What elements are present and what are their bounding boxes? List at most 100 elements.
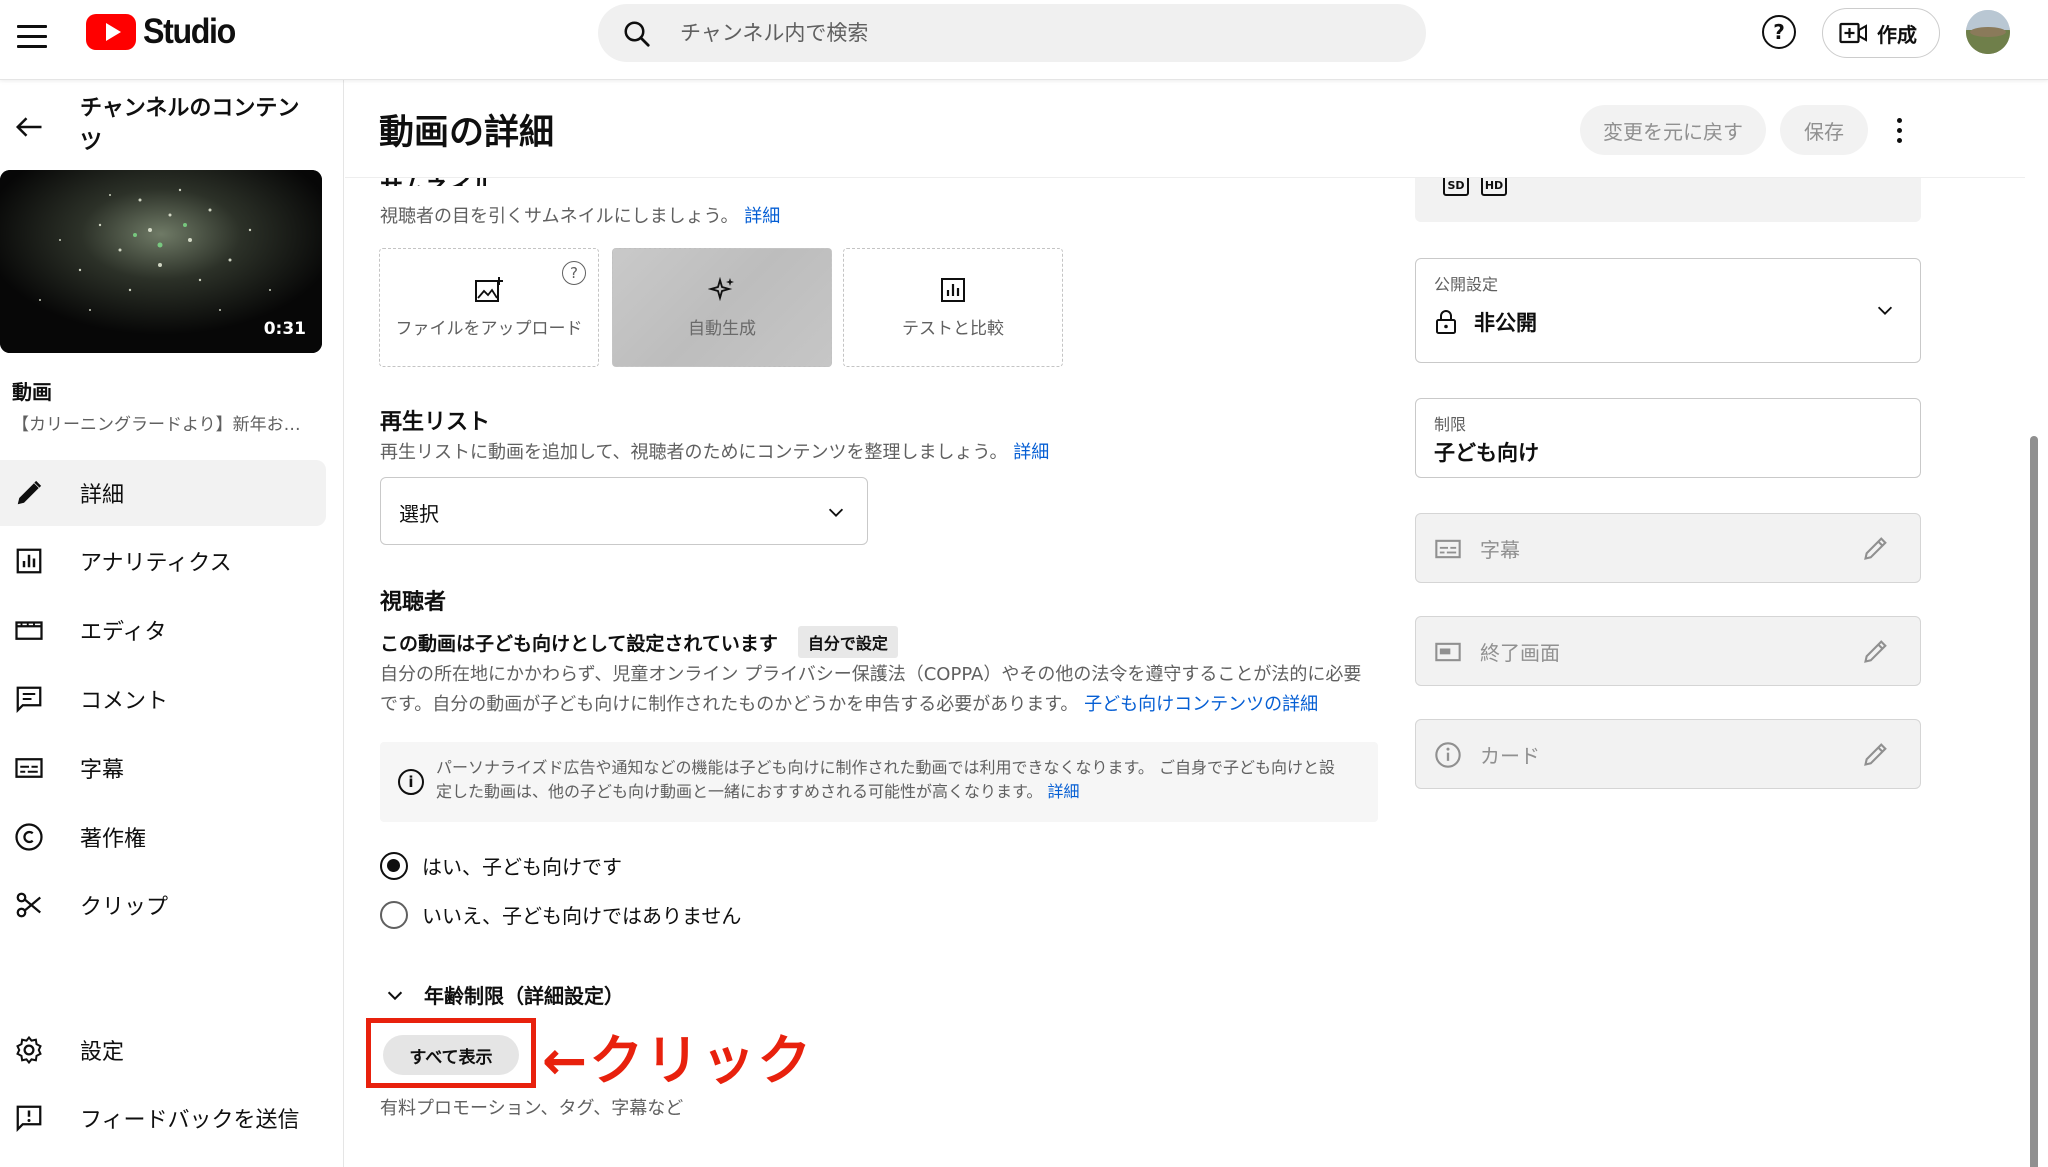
create-button[interactable]: 作成 — [1822, 8, 1940, 58]
gear-icon — [16, 1035, 42, 1065]
avatar[interactable] — [1966, 10, 2010, 54]
sidebar-item-copyright[interactable]: 著作権 — [0, 804, 326, 870]
highlight-box: すべて表示 — [366, 1018, 536, 1088]
undo-changes-button[interactable]: 変更を元に戻す — [1580, 105, 1766, 155]
info-notice: i パーソナライズド広告や通知などの機能は子ども向けに制作された動画では利用でき… — [380, 742, 1378, 822]
youtube-play-icon — [86, 14, 136, 50]
pencil-icon[interactable] — [1862, 740, 1890, 768]
subtitles-icon — [15, 758, 43, 778]
playlist-description-text: 再生リストに動画を追加して、視聴者のためにコンテンツを整理しましょう。 — [380, 442, 1008, 463]
radio-label: いいえ、子ども向けではありません — [422, 904, 742, 928]
end-screen-card[interactable]: 終了画面 — [1415, 616, 1921, 686]
radio-button-checked[interactable] — [380, 851, 408, 880]
sidebar-item-editor[interactable]: エディタ — [0, 597, 326, 663]
menu-icon[interactable] — [14, 18, 50, 54]
radio-made-for-kids-yes[interactable]: はい、子ども向けです — [380, 851, 622, 880]
image-upload-icon — [475, 277, 503, 302]
editor-icon — [15, 621, 43, 640]
subtitles-card[interactable]: 字幕 — [1415, 513, 1921, 583]
search-input[interactable] — [680, 16, 1380, 50]
sidebar-item-label: 著作権 — [80, 827, 147, 852]
sidebar-item-subtitles[interactable]: 字幕 — [0, 735, 326, 801]
sidebar-item-comments[interactable]: コメント — [0, 666, 326, 732]
back-arrow-icon[interactable] — [14, 112, 44, 142]
visibility-value: 非公開 — [1474, 311, 1537, 335]
show-all-button[interactable]: すべて表示 — [383, 1035, 519, 1075]
logo-text: Studio — [143, 12, 236, 51]
video-label: 動画 — [12, 380, 52, 404]
pencil-icon[interactable] — [1862, 637, 1890, 665]
option-label: 自動生成 — [688, 319, 756, 339]
video-duration: 0:31 — [263, 319, 306, 339]
subtitles-icon — [1435, 539, 1461, 559]
test-and-compare-option[interactable]: テストと比較 — [843, 248, 1063, 367]
self-set-badge: 自分で設定 — [797, 626, 898, 658]
subtitles-card-label: 字幕 — [1480, 538, 1520, 562]
pencil-icon[interactable] — [1862, 534, 1890, 562]
click-annotation: ←クリック — [542, 1029, 814, 1092]
video-name: 【カリーニングラードより】新年お… — [12, 415, 301, 435]
kids-content-link[interactable]: 子ども向けコンテンツの詳細 — [1084, 694, 1318, 715]
create-label: 作成 — [1877, 22, 1917, 47]
sidebar-item-details[interactable]: 詳細 — [0, 460, 326, 526]
coppa-paragraph: 自分の所在地にかかわらず、児童オンライン プライバシー保護法（COPPA）やその… — [380, 660, 1376, 720]
sidebar-item-clips[interactable]: クリップ — [0, 872, 326, 938]
more-options-icon[interactable] — [1889, 110, 1909, 150]
age-restriction-toggle[interactable]: 年齢制限（詳細設定） — [384, 980, 624, 1009]
help-button[interactable]: ? — [1762, 15, 1796, 49]
top-bar: Studio ? 作成 — [0, 0, 2048, 80]
option-label: ファイルをアップロード — [395, 319, 583, 339]
video-thumbnail[interactable]: 0:31 — [0, 170, 322, 353]
visibility-select[interactable]: 公開設定 非公開 — [1415, 258, 1921, 363]
info-learn-more-link[interactable]: 詳細 — [1048, 782, 1080, 801]
sidebar-item-feedback[interactable]: フィードバックを送信 — [0, 1085, 326, 1151]
option-label: テストと比較 — [902, 319, 1004, 339]
lock-icon — [1436, 310, 1456, 334]
analytics-icon — [16, 548, 42, 574]
playlist-select-value: 選択 — [399, 502, 439, 526]
radio-made-for-kids-no[interactable]: いいえ、子ども向けではありません — [380, 900, 741, 929]
sidebar-title[interactable]: チャンネルのコンテンツ — [80, 92, 320, 160]
sparkle-icon — [708, 276, 734, 302]
cards-card[interactable]: カード — [1415, 719, 1921, 789]
restriction-card[interactable]: 制限 子ども向け — [1415, 398, 1921, 478]
info-notice-text: パーソナライズド広告や通知などの機能は子ども向けに制作された動画では利用できなく… — [436, 756, 1336, 804]
radio-label: はい、子ども向けです — [422, 855, 622, 879]
info-text: パーソナライズド広告や通知などの機能は子ども向けに制作された動画では利用できなく… — [436, 758, 1336, 801]
playlist-description: 再生リストに動画を追加して、視聴者のためにコンテンツを整理しましょう。 詳細 — [380, 438, 1049, 464]
sidebar-item-label: エディタ — [80, 620, 167, 645]
info-icon: i — [398, 769, 424, 795]
sidebar-item-label: アナリティクス — [80, 551, 232, 576]
chevron-down-icon — [387, 991, 403, 1000]
create-video-icon — [1839, 22, 1867, 44]
help-icon: ? — [1773, 20, 1785, 44]
save-button[interactable]: 保存 — [1780, 105, 1868, 155]
sidebar-item-label: フィードバックを送信 — [80, 1108, 300, 1133]
playlist-heading: 再生リスト — [380, 410, 491, 435]
scrollbar-thumb[interactable] — [2030, 436, 2038, 1167]
sidebar-item-label: 設定 — [80, 1040, 125, 1065]
visibility-label: 公開設定 — [1434, 275, 1499, 294]
audience-status: この動画は子ども向けとして設定されています 自分で設定 — [380, 626, 898, 658]
show-all-note: 有料プロモーション、タグ、字幕など — [380, 1098, 684, 1119]
playlist-learn-more-link[interactable]: 詳細 — [1013, 442, 1049, 463]
radio-button-unchecked[interactable] — [380, 900, 408, 929]
sidebar-item-analytics[interactable]: アナリティクス — [0, 528, 326, 594]
playlist-select[interactable]: 選択 — [380, 477, 868, 545]
page-header: 動画の詳細 変更を元に戻す 保存 — [345, 80, 2025, 178]
avatar-image — [1966, 10, 2010, 54]
sidebar-item-settings[interactable]: 設定 — [0, 1017, 326, 1083]
sidebar-item-label: 字幕 — [80, 758, 125, 783]
scissors-icon — [16, 892, 41, 918]
thumbnail-description: 視聴者の目を引くサムネイルにしましょう。 詳細 — [380, 202, 780, 228]
search-icon[interactable] — [622, 19, 652, 49]
studio-logo[interactable]: Studio — [86, 12, 243, 52]
upload-file-option[interactable]: ? ファイルをアップロード — [379, 248, 599, 367]
sidebar-item-label: クリップ — [80, 895, 169, 920]
help-icon[interactable]: ? — [562, 261, 586, 285]
thumbnail-learn-more-link[interactable]: 詳細 — [744, 206, 780, 227]
audience-heading: 視聴者 — [380, 590, 447, 615]
restriction-value: 子ども向け — [1434, 441, 1539, 465]
auto-generated-option[interactable]: 自動生成 — [612, 248, 832, 367]
sidebar-item-label: 詳細 — [80, 483, 125, 508]
